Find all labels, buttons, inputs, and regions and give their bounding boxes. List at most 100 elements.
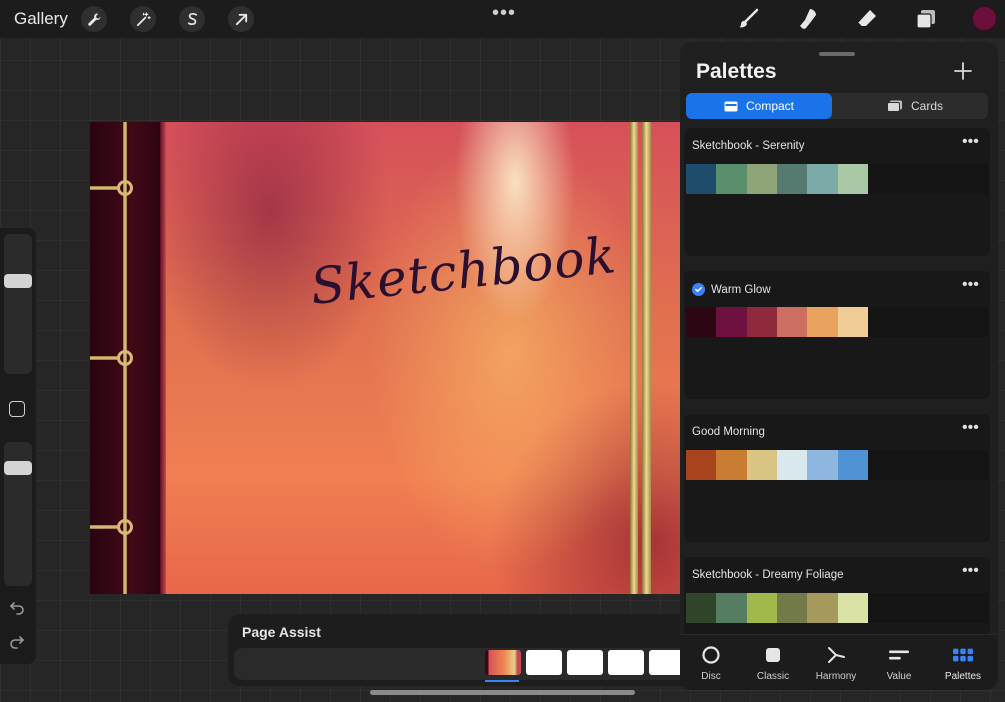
page-thumbnail-active[interactable]: [485, 650, 521, 675]
transform-arrow-icon[interactable]: [228, 6, 254, 32]
gold-stitch: [90, 525, 120, 529]
gallery-button[interactable]: Gallery: [14, 9, 68, 29]
color-swatch[interactable]: [776, 164, 808, 194]
color-swatch[interactable]: [746, 450, 777, 480]
swatch-row: [686, 593, 868, 623]
panel-grabber[interactable]: [819, 52, 855, 56]
modify-button[interactable]: [9, 401, 25, 417]
palette-more-button[interactable]: •••: [962, 419, 979, 437]
color-swatch[interactable]: [686, 593, 717, 623]
left-sidebar: [0, 228, 36, 664]
color-swatch[interactable]: [837, 593, 868, 623]
color-swatch[interactable]: [807, 450, 838, 480]
color-swatch[interactable]: [807, 164, 838, 194]
palettes-grid-icon: [953, 645, 973, 665]
palette-more-button[interactable]: •••: [962, 133, 979, 151]
tab-value[interactable]: Value: [868, 635, 930, 690]
color-swatch[interactable]: [837, 164, 868, 194]
value-sliders-icon: [889, 645, 909, 665]
opacity-thumb[interactable]: [4, 461, 32, 475]
color-swatch[interactable]: [716, 164, 747, 194]
tab-cards-label: Cards: [910, 99, 943, 113]
palette-card[interactable]: Sketchbook - Dreamy Foliage •••: [684, 557, 990, 634]
color-swatch[interactable]: [716, 593, 747, 623]
color-swatch[interactable]: [716, 307, 747, 337]
color-swatch[interactable]: [746, 307, 777, 337]
cards-view-icon: [886, 100, 902, 112]
tab-cards[interactable]: Cards: [842, 93, 988, 119]
smudge-icon[interactable]: [794, 6, 822, 32]
classic-square-icon: [763, 645, 783, 665]
palette-list: Sketchbook - Serenity ••• Warm Glow ••• …: [680, 128, 998, 634]
tab-disc[interactable]: Disc: [680, 635, 742, 690]
color-swatch[interactable]: [746, 593, 777, 623]
canvas-artwork[interactable]: Sketchbook: [90, 122, 680, 594]
color-swatch[interactable]: [807, 307, 838, 337]
palette-more-button[interactable]: •••: [962, 276, 979, 294]
top-toolbar: Gallery •••: [0, 0, 1005, 38]
magic-wand-icon[interactable]: [130, 6, 156, 32]
brush-size-thumb[interactable]: [4, 274, 32, 288]
gold-stitch: [90, 356, 120, 360]
palette-name-row: Sketchbook - Serenity: [692, 140, 805, 152]
undo-icon[interactable]: [8, 598, 28, 618]
palette-name: Good Morning: [692, 426, 765, 438]
current-color-button[interactable]: [972, 6, 997, 31]
page-thumbnail[interactable]: [608, 650, 644, 675]
empty-swatch-area[interactable]: [868, 450, 988, 480]
empty-swatch-area[interactable]: [868, 307, 988, 337]
tab-compact-label: Compact: [745, 99, 795, 113]
gold-ring: [117, 350, 133, 366]
color-swatch[interactable]: [686, 164, 717, 194]
active-page-indicator: [485, 680, 519, 682]
palette-name-row: Sketchbook - Dreamy Foliage: [692, 569, 843, 581]
tab-label: Disc: [701, 671, 721, 682]
tab-harmony[interactable]: Harmony: [805, 635, 867, 690]
color-swatch[interactable]: [686, 307, 717, 337]
color-swatch[interactable]: [776, 307, 808, 337]
art-spine-edge: [160, 122, 166, 594]
palette-more-button[interactable]: •••: [962, 562, 979, 580]
view-mode-segmented: Compact Cards: [686, 93, 988, 119]
tab-label: Harmony: [815, 671, 857, 682]
palette-card[interactable]: Sketchbook - Serenity •••: [684, 128, 990, 256]
tab-compact[interactable]: Compact: [686, 93, 832, 119]
gold-stripe: [642, 122, 651, 594]
palettes-panel: Palettes Compact Cards Sketchbook - Sere…: [680, 42, 998, 690]
wrench-icon[interactable]: [81, 6, 107, 32]
layers-icon[interactable]: [912, 6, 940, 32]
more-actions-button[interactable]: •••: [492, 2, 516, 25]
redo-icon[interactable]: [8, 632, 28, 652]
eraser-icon[interactable]: [853, 6, 881, 32]
harmony-icon: [826, 645, 846, 665]
color-swatch[interactable]: [746, 164, 777, 194]
color-swatch[interactable]: [837, 307, 868, 337]
color-swatch[interactable]: [716, 450, 747, 480]
gold-stitch: [90, 186, 120, 190]
color-swatch[interactable]: [686, 450, 717, 480]
add-palette-icon[interactable]: [952, 60, 974, 82]
brush-size-slider[interactable]: [4, 234, 32, 374]
gold-ring: [117, 180, 133, 196]
page-thumbnail[interactable]: [526, 650, 562, 675]
default-checkmark-icon: [692, 283, 705, 296]
selection-icon[interactable]: [179, 6, 205, 32]
tab-label: Classic: [756, 671, 790, 682]
color-swatch[interactable]: [807, 593, 838, 623]
color-swatch[interactable]: [776, 450, 808, 480]
color-swatch[interactable]: [837, 450, 868, 480]
palette-card[interactable]: Warm Glow •••: [684, 271, 990, 399]
empty-swatch-area[interactable]: [868, 593, 988, 623]
swatch-row: [686, 450, 868, 480]
empty-swatch-area[interactable]: [868, 164, 988, 194]
page-assist-title: Page Assist: [242, 624, 321, 640]
palette-name-row: Warm Glow: [692, 283, 771, 296]
tab-classic[interactable]: Classic: [742, 635, 804, 690]
page-thumbnail[interactable]: [567, 650, 603, 675]
palette-card[interactable]: Good Morning •••: [684, 414, 990, 542]
home-indicator: [370, 690, 635, 695]
color-swatch[interactable]: [776, 593, 808, 623]
gold-stripe: [630, 122, 638, 594]
tab-palettes[interactable]: Palettes: [932, 635, 994, 690]
brush-icon[interactable]: [735, 6, 763, 32]
